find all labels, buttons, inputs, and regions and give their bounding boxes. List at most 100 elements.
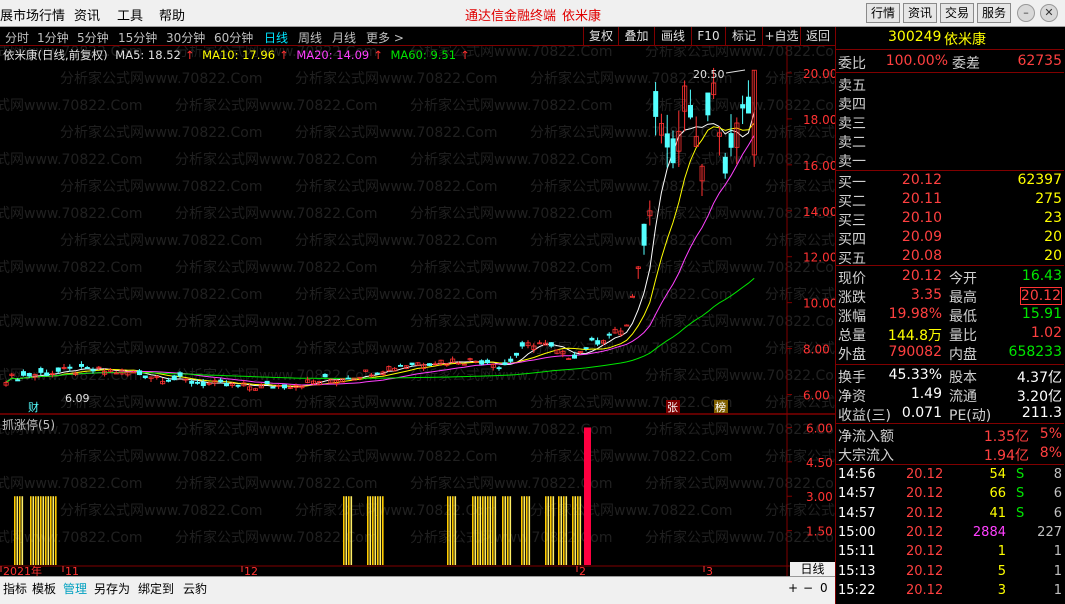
candle-body [479, 360, 485, 365]
back-button[interactable]: 返回 [800, 27, 835, 46]
tick-row[interactable]: 14:57 20.12 66 S 6 [836, 486, 1064, 504]
indicator-bar [345, 496, 348, 565]
fundamental-value: 4.37亿 [1016, 370, 1062, 386]
period-5min[interactable]: 5分钟 [77, 29, 109, 46]
flow-label: 大宗流入 [838, 448, 894, 464]
tick-price: 20.12 [906, 505, 944, 521]
stat-value: 15.91 [1021, 306, 1062, 322]
candle-body [189, 380, 195, 384]
candle-body [728, 133, 734, 148]
menu-bar: 展市场行情 资讯 工具 帮助 通达信金融终端 依米康 行情 资讯 交易 服务 –… [0, 0, 1065, 27]
indicator-bar [382, 496, 384, 565]
quote-button[interactable]: 行情 [866, 3, 900, 23]
zoom-out-button[interactable]: − [803, 581, 813, 595]
tick-row[interactable]: 15:11 20.12 1 1 [836, 544, 1064, 562]
candle-body [397, 364, 403, 367]
watermark-text: 分析家公式网www.70822.Com [175, 313, 377, 330]
bid-volume: 20 [1044, 248, 1062, 264]
stat-label: 量比 [949, 328, 977, 344]
draw-button[interactable]: 画线 [654, 27, 691, 46]
watermark-text: 分析家公式网www.70822.Com [175, 205, 377, 222]
stat-label: 今开 [949, 271, 977, 287]
zoom-in-button[interactable]: + [788, 581, 798, 595]
period-60min[interactable]: 60分钟 [214, 29, 253, 46]
tick-volume: 2884 [972, 524, 1006, 540]
zoom-reset-button[interactable]: 0 [820, 581, 828, 595]
tick-row[interactable]: 15:00 20.12 2884 227 [836, 525, 1064, 543]
period-weekly[interactable]: 周线 [298, 29, 322, 46]
mark-button[interactable]: 标记 [725, 27, 762, 46]
indicator-bar [348, 496, 350, 565]
menu-market[interactable]: 展市场行情 [0, 5, 65, 24]
period-daily[interactable]: 日线 [264, 29, 288, 46]
watermark-text: 分析家公式网www.70822.Com [765, 502, 835, 519]
trade-button[interactable]: 交易 [940, 3, 974, 23]
ask-row: 卖五 [836, 75, 1064, 94]
menu-news[interactable]: 资讯 [74, 5, 100, 24]
period-more[interactable]: 更多 > [366, 29, 404, 46]
period-monthly[interactable]: 月线 [332, 29, 356, 46]
f10-button[interactable]: F10 [691, 27, 725, 46]
tick-time: 14:57 [838, 486, 876, 502]
indicator-tick-label: 6.00 [806, 421, 833, 435]
bid-volume: 275 [1035, 191, 1062, 207]
ask-row: 卖四 [836, 94, 1064, 113]
watermark-text: 分析家公式网www.70822.Com [410, 421, 612, 438]
tab-bind[interactable]: 绑定到 [138, 580, 174, 597]
fundamental-label: PE(动) [949, 408, 992, 424]
indicator-bar [550, 496, 552, 565]
tab-save-as[interactable]: 另存为 [94, 580, 130, 597]
indicator-bar [30, 496, 32, 565]
minimize-icon[interactable]: – [1017, 4, 1035, 22]
limit-up-marker: 张 [667, 401, 678, 414]
tab-manage[interactable]: 管理 [63, 580, 87, 597]
indicator-bar [563, 496, 565, 565]
stat-row: 涨幅 19.98% 最低 15.91 [836, 306, 1064, 325]
period-30min[interactable]: 30分钟 [166, 29, 205, 46]
period-15min[interactable]: 15分钟 [118, 29, 157, 46]
candle-body [496, 367, 502, 370]
candle-body [566, 358, 572, 361]
time-tick-label: 2 [579, 565, 586, 576]
indicator-bar [454, 496, 457, 565]
adjust-button[interactable]: 复权 [583, 27, 618, 46]
stat-value: 144.8万 [887, 328, 942, 344]
indicator-bar [577, 496, 579, 565]
watermark-text: 分析家公式网www.70822.Com [0, 475, 142, 492]
bid-label: 买二 [838, 194, 866, 210]
service-button[interactable]: 服务 [977, 3, 1011, 23]
candle-body [26, 373, 32, 377]
period-1min[interactable]: 1分钟 [37, 29, 69, 46]
tick-row[interactable]: 14:56 20.12 54 S 8 [836, 467, 1064, 485]
watermark-text: 分析家公式网www.70822.Com [0, 151, 142, 168]
period-timeshare[interactable]: 分时 [5, 29, 29, 46]
news-button[interactable]: 资讯 [903, 3, 937, 23]
tab-indicator[interactable]: 指标 [3, 580, 27, 597]
candle-body [484, 359, 490, 364]
indicator-tick-label: 4.50 [806, 456, 833, 470]
tick-row[interactable]: 14:57 20.12 41 S 6 [836, 506, 1064, 524]
indicator-bar [523, 496, 526, 565]
window-stock-name: 依米康 [562, 9, 602, 24]
candle-body [20, 371, 26, 376]
tab-cloud[interactable]: 云豹 [183, 580, 207, 597]
add-watchlist-button[interactable]: +自选 [762, 27, 800, 46]
tick-price: 20.12 [906, 544, 944, 560]
tick-row[interactable]: 15:22 20.12 3 1 [836, 583, 1064, 601]
fundamental-label: 收益(三) [838, 408, 891, 424]
tick-row[interactable]: 15:13 20.12 5 1 [836, 564, 1064, 582]
tick-time: 14:57 [838, 505, 876, 521]
stat-value: 3.35 [910, 287, 942, 303]
watermark-text: 分析家公式网www.70822.Com [60, 394, 262, 411]
tab-template[interactable]: 模板 [32, 580, 56, 597]
stat-value: 20.12 [1019, 287, 1062, 305]
menu-help[interactable]: 帮助 [159, 5, 185, 24]
overlay-button[interactable]: 叠加 [618, 27, 654, 46]
kline-chart[interactable]: 分析家公式网www.70822.Com 分析家公式网www.70822.Com 分析… [0, 46, 835, 576]
close-icon[interactable]: ✕ [1040, 4, 1058, 22]
bid-row: 买三 20.10 23 [836, 210, 1064, 229]
ma5-value: MA5: 18.52 ↑ [115, 48, 195, 62]
candle-body [223, 382, 229, 387]
menu-tools[interactable]: 工具 [117, 5, 143, 24]
low-price-label: 6.09 [65, 392, 90, 405]
